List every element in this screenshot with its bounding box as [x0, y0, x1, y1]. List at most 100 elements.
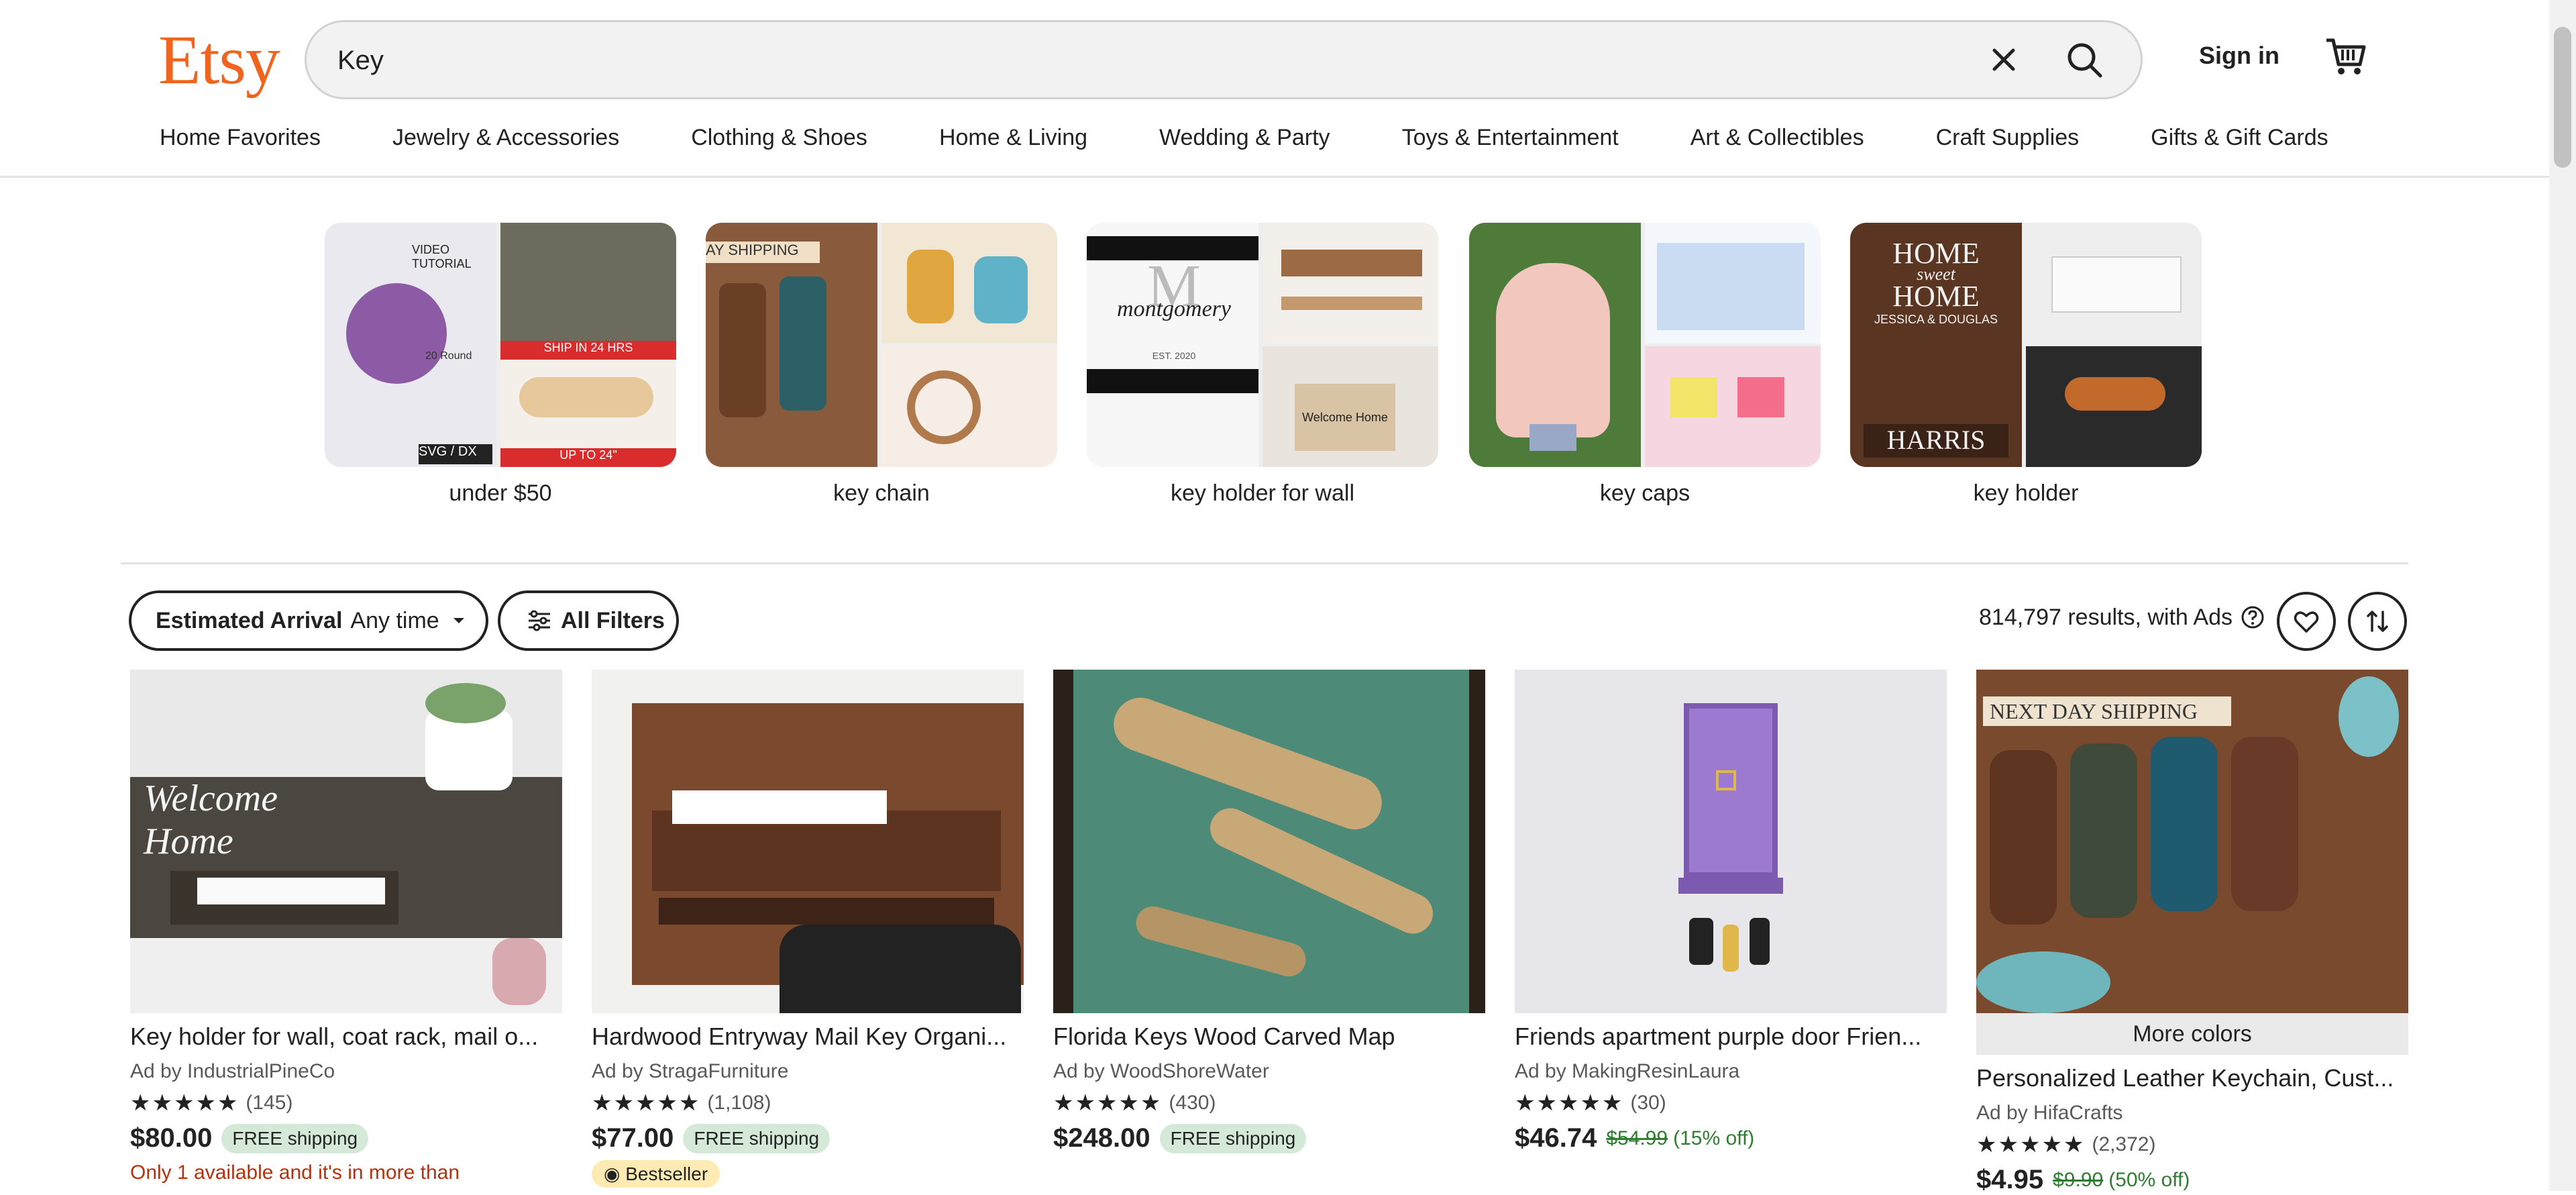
nav-craft-supplies[interactable]: Craft Supplies	[1936, 125, 2080, 158]
search-input[interactable]	[336, 38, 1949, 83]
discount-label: (50% off)	[2108, 1168, 2190, 1191]
free-shipping-badge: FREE shipping	[683, 1123, 830, 1153]
help-icon[interactable]	[2239, 604, 2266, 631]
close-icon	[1992, 48, 2015, 71]
category-image-collage: HOME sweet HOME JESSICA & DOUGLAS HARRIS	[1850, 223, 2202, 467]
cart-button[interactable]	[2322, 34, 2369, 81]
price-row: $80.00 FREE shipping	[130, 1123, 562, 1153]
filter-sliders-icon	[529, 610, 550, 631]
free-shipping-badge: FREE shipping	[221, 1123, 369, 1153]
sort-button[interactable]	[2348, 592, 2407, 651]
discount-label: (15% off)	[1673, 1127, 1755, 1149]
nav-jewelry-accessories[interactable]: Jewelry & Accessories	[392, 125, 619, 158]
original-price: $9.90	[2053, 1168, 2104, 1191]
listing-card[interactable]: Welcome Home Key holder for wall, coat r…	[130, 670, 562, 1184]
star-rating-icon: ★★★★★	[1053, 1090, 1163, 1116]
listing-title[interactable]: Friends apartment purple door Frien...	[1515, 1023, 1947, 1051]
listing-rating: ★★★★★ (430)	[1053, 1090, 1216, 1116]
listing-price: $4.95	[1976, 1165, 2044, 1194]
category-image-collage: M montgomery EST. 2020 Welcome Home	[1087, 223, 1438, 467]
listing-image[interactable]	[592, 670, 1024, 1013]
search-icon	[2068, 43, 2102, 78]
category-label: under $50	[449, 480, 552, 506]
listing-rating: ★★★★★ (1,108)	[592, 1090, 771, 1116]
sign-in-link[interactable]: Sign in	[2199, 42, 2279, 70]
category-label: key chain	[833, 480, 930, 506]
sort-arrows-icon	[2367, 611, 2388, 632]
results-count: 814,797 results, with Ads	[1979, 604, 2266, 631]
bestseller-badge: ◉ Bestseller	[592, 1160, 720, 1188]
clear-search-button[interactable]	[1984, 40, 2024, 80]
price-row: $4.95 $9.90 (50% off)	[1976, 1165, 2408, 1195]
listing-shop[interactable]: Ad by WoodShoreWater	[1053, 1060, 1485, 1083]
nav-toys-entertainment[interactable]: Toys & Entertainment	[1402, 125, 1619, 158]
nav-clothing-shoes[interactable]: Clothing & Shoes	[691, 125, 867, 158]
listing-shop[interactable]: Ad by MakingResinLaura	[1515, 1060, 1947, 1083]
caret-down-icon	[453, 618, 464, 623]
nav-wedding-party[interactable]: Wedding & Party	[1159, 125, 1330, 158]
category-key-chain[interactable]: AY SHIPPING key chain	[706, 223, 1057, 507]
listing-title[interactable]: Key holder for wall, coat rack, mail o..…	[130, 1023, 562, 1051]
category-nav: Home Favorites Jewelry & Accessories Clo…	[160, 125, 2328, 158]
listing-title[interactable]: Personalized Leather Keychain, Cust...	[1976, 1064, 2408, 1092]
category-label: key caps	[1599, 480, 1690, 506]
category-key-holder[interactable]: HOME sweet HOME JESSICA & DOUGLAS HARRIS…	[1850, 223, 2202, 507]
page-scrollbar[interactable]	[2549, 0, 2576, 1191]
star-rating-icon: ★★★★★	[1976, 1132, 2086, 1157]
price-row: $46.74 $54.99 (15% off)	[1515, 1123, 1947, 1153]
cart-icon	[2326, 38, 2366, 74]
scrollbar-thumb[interactable]	[2554, 27, 2571, 168]
category-label: key holder	[1973, 480, 2079, 506]
listing-price: $46.74	[1515, 1123, 1597, 1153]
star-rating-icon: ★★★★★	[130, 1090, 239, 1116]
more-colors-label[interactable]: More colors	[1976, 1013, 2408, 1055]
listing-card[interactable]: Friends apartment purple door Frien... A…	[1515, 670, 1947, 1153]
etsy-logo[interactable]: Etsy	[158, 20, 280, 100]
search-button[interactable]	[2061, 37, 2110, 85]
listing-title[interactable]: Florida Keys Wood Carved Map	[1053, 1023, 1485, 1051]
category-key-holder-for-wall[interactable]: M montgomery EST. 2020 Welcome Home key …	[1087, 223, 1438, 507]
free-shipping-badge: FREE shipping	[1159, 1123, 1307, 1153]
listing-price: $248.00	[1053, 1123, 1150, 1153]
listing-card[interactable]: Florida Keys Wood Carved Map Ad by WoodS…	[1053, 670, 1485, 1153]
category-under-50[interactable]: VIDEO TUTORIAL 20 Round SVG / DX SHIP IN…	[325, 223, 676, 507]
stock-notice: Only 1 available and it's in more than	[130, 1161, 460, 1184]
section-divider	[121, 562, 2408, 564]
category-image-collage: VIDEO TUTORIAL 20 Round SVG / DX SHIP IN…	[325, 223, 676, 467]
category-image-collage	[1469, 223, 1821, 467]
listing-shop[interactable]: Ad by StragaFurniture	[592, 1060, 1024, 1083]
original-price: $54.99	[1606, 1127, 1668, 1149]
all-filters-button[interactable]: All Filters	[498, 590, 679, 651]
listing-shop[interactable]: Ad by IndustrialPineCo	[130, 1060, 562, 1083]
listing-card[interactable]: Hardwood Entryway Mail Key Organi... Ad …	[592, 670, 1024, 1188]
star-rating-icon: ★★★★★	[592, 1090, 701, 1116]
listing-image[interactable]	[1053, 670, 1485, 1013]
nav-art-collectibles[interactable]: Art & Collectibles	[1690, 125, 1864, 158]
price-row: $248.00 FREE shipping	[1053, 1123, 1485, 1153]
listing-image[interactable]: Welcome Home	[130, 670, 562, 1013]
price-row: $77.00 FREE shipping	[592, 1123, 1024, 1153]
ribbon-icon: ◉	[604, 1163, 626, 1184]
listing-price: $80.00	[130, 1123, 213, 1153]
listing-rating: ★★★★★ (145)	[130, 1090, 293, 1116]
category-key-caps[interactable]: key caps	[1469, 223, 1821, 507]
listing-rating: ★★★★★ (30)	[1515, 1090, 1666, 1116]
nav-home-living[interactable]: Home & Living	[939, 125, 1087, 158]
estimated-arrival-dropdown[interactable]: Estimated Arrival Any time	[129, 590, 488, 651]
listing-rating: ★★★★★ (2,372)	[1976, 1132, 2156, 1157]
search-bar	[305, 20, 2143, 99]
listing-price: $77.00	[592, 1123, 674, 1153]
nav-gifts-gift-cards[interactable]: Gifts & Gift Cards	[2151, 125, 2328, 158]
site-header: Etsy Sign in Home Favorites Jewelry & Ac…	[0, 0, 2549, 178]
listing-shop[interactable]: Ad by HifaCrafts	[1976, 1102, 2408, 1125]
category-image-collage: AY SHIPPING	[706, 223, 1057, 467]
listing-image[interactable]: NEXT DAY SHIPPING	[1976, 670, 2408, 1013]
star-rating-icon: ★★★★★	[1515, 1090, 1624, 1116]
nav-home-favorites[interactable]: Home Favorites	[160, 125, 321, 158]
listing-title[interactable]: Hardwood Entryway Mail Key Organi...	[592, 1023, 1024, 1051]
listing-card[interactable]: NEXT DAY SHIPPING More colors Personaliz…	[1976, 670, 2408, 1195]
heart-icon	[2294, 611, 2319, 633]
favorite-search-button[interactable]	[2277, 592, 2336, 651]
category-label: key holder for wall	[1170, 480, 1354, 506]
listing-image[interactable]	[1515, 670, 1947, 1013]
